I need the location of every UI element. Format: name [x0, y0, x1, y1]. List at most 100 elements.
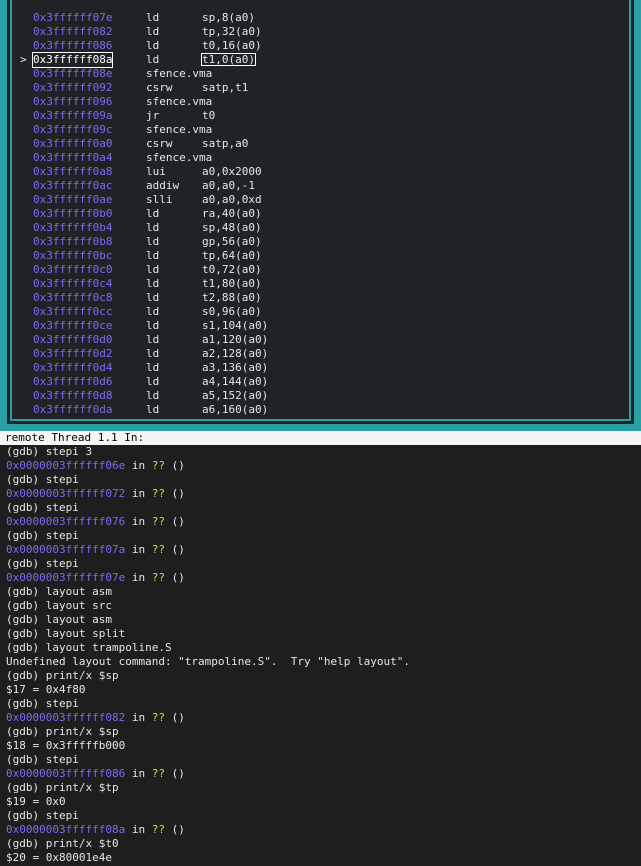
instruction-mnemonic: ld [146, 333, 160, 346]
instruction-address: 0x3ffffff0b0 [33, 207, 113, 220]
console-line: (gdb) stepi [6, 753, 79, 766]
instruction-address: 0x3ffffff0b8 [33, 235, 113, 248]
console-line: (gdb) stepi [6, 697, 79, 710]
status-bar: remote Thread 1.1 In: [0, 431, 641, 445]
in-keyword: in [125, 823, 152, 836]
instruction-mnemonic: ld [146, 375, 160, 388]
console-line: (gdb) print/x $sp [6, 669, 119, 682]
instruction-mnemonic: sfence.vma [146, 95, 213, 108]
call-parens: () [164, 823, 185, 836]
pc-address: 0x0000003ffffff08a [6, 823, 126, 836]
console-line: (gdb) stepi [6, 529, 79, 542]
in-keyword: in [125, 515, 152, 528]
instruction-operands: s0,96(a0) [202, 305, 262, 318]
stop-location-line: 0x0000003ffffff082 in ?? () [6, 711, 185, 725]
instruction-address: 0x3ffffff0a4 [33, 151, 113, 164]
stop-location-line: 0x0000003ffffff072 in ?? () [6, 487, 185, 501]
in-keyword: in [125, 711, 152, 724]
in-keyword: in [125, 459, 152, 472]
unknown-function: ?? [151, 711, 165, 724]
console-line: (gdb) stepi [6, 501, 79, 514]
call-parens: () [164, 459, 185, 472]
instruction-mnemonic: ld [146, 53, 160, 66]
console-line: (gdb) print/x $tp [6, 781, 119, 794]
console-line: Undefined layout command: "trampoline.S"… [6, 655, 410, 668]
instruction-mnemonic: sfence.vma [146, 151, 213, 164]
in-keyword: in [125, 767, 152, 780]
unknown-function: ?? [151, 459, 165, 472]
instruction-address: 0x3ffffff0a8 [33, 165, 113, 178]
unknown-function: ?? [151, 487, 165, 500]
instruction-mnemonic: ld [146, 11, 160, 24]
instruction-operands: a3,136(a0) [202, 361, 269, 374]
instruction-address: 0x3ffffff0b4 [33, 221, 113, 234]
console-line: $18 = 0x3fffffb000 [6, 739, 126, 752]
instruction-address: 0x3ffffff0d0 [33, 333, 113, 346]
instruction-operands: s1,104(a0) [202, 319, 269, 332]
instruction-operands: a0,0x2000 [202, 165, 262, 178]
instruction-operands: t0,16(a0) [202, 39, 262, 52]
call-parens: () [164, 571, 185, 584]
instruction-address: 0x3ffffff0ac [33, 179, 113, 192]
console-line: $19 = 0x0 [6, 795, 66, 808]
instruction-address: 0x3ffffff086 [33, 39, 113, 52]
call-parens: () [164, 515, 185, 528]
instruction-mnemonic: jr [146, 109, 160, 122]
current-pc-marker: > [20, 53, 27, 66]
console-line: (gdb) stepi [6, 557, 79, 570]
instruction-operands: sp,8(a0) [202, 11, 255, 24]
console-line: (gdb) layout asm [6, 613, 112, 626]
instruction-mnemonic: ld [146, 277, 160, 290]
instruction-operands: t1,80(a0) [202, 277, 262, 290]
stop-location-line: 0x0000003ffffff08a in ?? () [6, 823, 185, 837]
in-keyword: in [125, 487, 152, 500]
call-parens: () [164, 711, 185, 724]
pc-address: 0x0000003ffffff07e [6, 571, 126, 584]
instruction-mnemonic: ld [146, 403, 160, 416]
instruction-operands: a4,144(a0) [202, 375, 269, 388]
instruction-mnemonic: ld [146, 291, 160, 304]
instruction-address: 0x3ffffff0d6 [33, 375, 113, 388]
instruction-operands: a1,120(a0) [202, 333, 269, 346]
stop-location-line: 0x0000003ffffff07a in ?? () [6, 543, 185, 557]
instruction-operands: a0,a0,0xd [202, 193, 262, 206]
pc-address: 0x0000003ffffff06e [6, 459, 126, 472]
call-parens: () [164, 767, 185, 780]
instruction-mnemonic: sfence.vma [146, 67, 213, 80]
instruction-operands: satp,a0 [202, 137, 249, 150]
stop-location-line: 0x0000003ffffff086 in ?? () [6, 767, 185, 781]
instruction-mnemonic: ld [146, 235, 160, 248]
pc-address: 0x0000003ffffff072 [6, 487, 126, 500]
instruction-address: 0x3ffffff07e [33, 11, 113, 24]
instruction-mnemonic: ld [146, 221, 160, 234]
call-parens: () [164, 543, 185, 556]
unknown-function: ?? [151, 823, 165, 836]
gdb-console[interactable]: (gdb) stepi 3 0x0000003ffffff06e in ?? ()… [0, 445, 641, 866]
instruction-mnemonic: ld [146, 207, 160, 220]
instruction-address: 0x3ffffff082 [33, 25, 113, 38]
instruction-operands: tp,64(a0) [202, 249, 262, 262]
instruction-operands: gp,56(a0) [202, 235, 262, 248]
console-line: (gdb) layout split [6, 627, 126, 640]
unknown-function: ?? [151, 515, 165, 528]
instruction-operands: a0,a0,-1 [202, 179, 255, 192]
instruction-operands: a5,152(a0) [202, 389, 269, 402]
instruction-address: 0x3ffffff09a [33, 109, 113, 122]
pc-address: 0x0000003ffffff086 [6, 767, 126, 780]
instruction-address: 0x3ffffff0bc [33, 249, 113, 262]
call-parens: () [164, 487, 185, 500]
instruction-mnemonic: lui [146, 165, 166, 178]
console-line: $17 = 0x4f80 [6, 683, 86, 696]
instruction-address: 0x3ffffff08a [31, 52, 114, 68]
stop-location-line: 0x0000003ffffff076 in ?? () [6, 515, 185, 529]
instruction-operands: sp,48(a0) [202, 221, 262, 234]
disassembly-window[interactable]: 0x3ffffff07e ld sp,8(a0) 0x3ffffff082 ld tp,3… [0, 0, 641, 431]
stop-location-line: 0x0000003ffffff07e in ?? () [6, 571, 185, 585]
instruction-address: 0x3ffffff0ae [33, 193, 113, 206]
instruction-address: 0x3ffffff0d2 [33, 347, 113, 360]
instruction-mnemonic: ld [146, 263, 160, 276]
console-line: (gdb) layout asm [6, 585, 112, 598]
console-line: (gdb) layout src [6, 599, 112, 612]
instruction-address: 0x3ffffff0a0 [33, 137, 113, 150]
instruction-mnemonic: csrw [146, 137, 173, 150]
